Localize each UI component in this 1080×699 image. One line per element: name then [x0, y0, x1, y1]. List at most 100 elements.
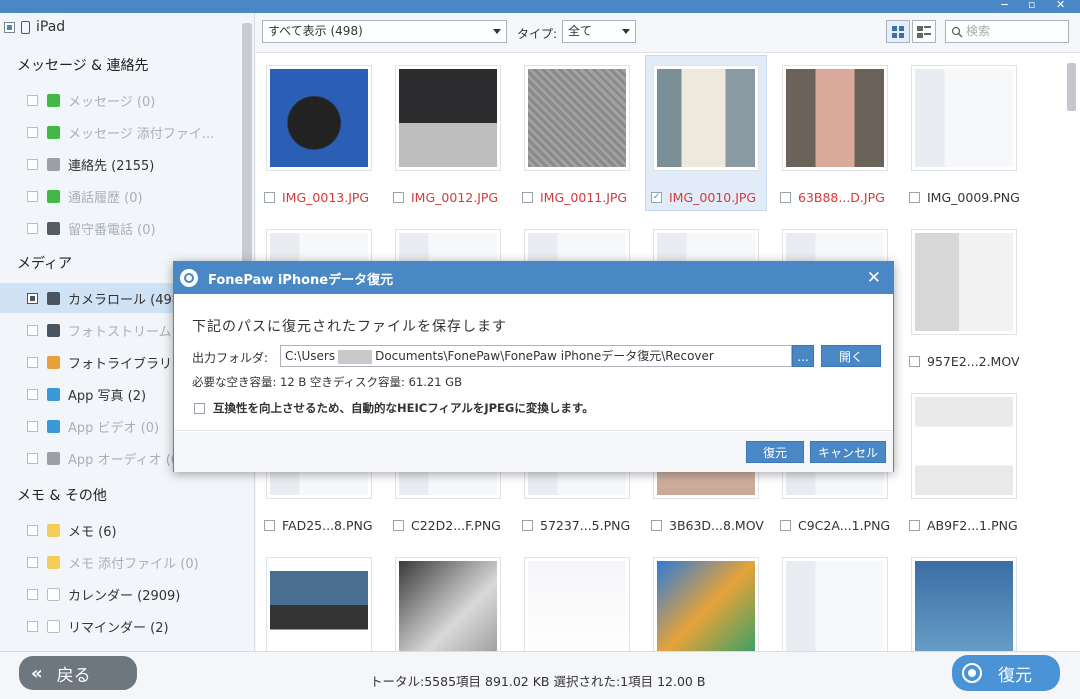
heic-option[interactable]: 互換性を向上させるため、自動的なHEICフィアルをJPEGに変換します。 — [194, 400, 594, 416]
filter-select[interactable]: すべて表示 (498) — [262, 20, 507, 43]
voicemail-icon — [47, 221, 60, 235]
file-thumbnail[interactable] — [911, 393, 1017, 499]
file-checkbox[interactable] — [393, 520, 404, 531]
device-node[interactable]: iPad — [4, 19, 65, 35]
file-checkbox[interactable] — [909, 356, 920, 367]
sidebar-item-checkbox[interactable] — [27, 190, 38, 202]
file-name-row[interactable]: C22D2...F.PNG — [393, 518, 501, 533]
minimize-icon[interactable]: − — [1000, 0, 1009, 10]
back-label: 戻る — [56, 665, 91, 686]
file-thumbnail[interactable] — [911, 65, 1017, 171]
sidebar-item-checkbox[interactable] — [27, 158, 38, 170]
type-select[interactable]: 全て — [562, 20, 636, 43]
restore-icon[interactable]: ▫ — [1028, 0, 1035, 10]
file-checkbox[interactable] — [393, 192, 404, 203]
file-name-row[interactable]: IMG_0012.JPG — [393, 190, 498, 205]
sidebar-item[interactable]: メモ 添付ファイル (0) — [0, 547, 242, 577]
sidebar-item-checkbox[interactable] — [27, 324, 38, 336]
file-name-row[interactable]: FAD25...8.PNG — [264, 518, 373, 533]
file-name: 63B88...D.JPG — [798, 190, 885, 205]
output-path-field[interactable]: C:\Users Documents\FonePaw\FonePaw iPhone… — [280, 345, 792, 367]
file-name-row[interactable]: AB9F2...1.PNG — [909, 518, 1018, 533]
file-name-row[interactable]: ✓ IMG_0010.JPG — [651, 190, 756, 205]
file-name-row[interactable]: 3B63D...8.MOV — [651, 518, 764, 533]
ipad-icon — [21, 20, 30, 34]
sidebar-item-checkbox[interactable] — [27, 420, 38, 432]
file-checkbox[interactable]: ✓ — [651, 192, 662, 203]
file-checkbox[interactable] — [264, 192, 275, 203]
sidebar-item-checkbox[interactable] — [27, 126, 38, 138]
sidebar-item-checkbox[interactable] — [27, 94, 38, 106]
file-thumbnail[interactable] — [266, 557, 372, 663]
sidebar-item[interactable]: メッセージ (0) — [0, 85, 242, 115]
file-thumbnail[interactable] — [266, 65, 372, 171]
sidebar-item-checkbox[interactable] — [27, 222, 38, 234]
dialog-recover-button[interactable]: 復元 — [746, 441, 804, 463]
file-checkbox[interactable] — [522, 192, 533, 203]
file-thumbnail[interactable] — [395, 557, 501, 663]
dialog-close-icon[interactable]: ✕ — [867, 268, 881, 288]
dialog-cancel-button[interactable]: キャンセル — [810, 441, 886, 463]
file-thumbnail[interactable] — [911, 557, 1017, 663]
search-icon — [951, 26, 963, 38]
file-checkbox[interactable] — [780, 192, 791, 203]
list-view-button[interactable] — [912, 20, 936, 43]
sidebar-item-label: リマインダー (2) — [68, 620, 169, 636]
file-thumbnail[interactable] — [395, 65, 501, 171]
file-checkbox[interactable] — [651, 520, 662, 531]
file-thumbnail[interactable] — [782, 65, 888, 171]
sidebar-item[interactable]: 留守番電話 (0) — [0, 213, 242, 243]
file-checkbox[interactable] — [909, 520, 920, 531]
sidebar-item[interactable]: 連絡先 (2155) — [0, 149, 242, 179]
file-thumbnail[interactable] — [653, 65, 759, 171]
message-icon — [47, 93, 60, 107]
file-name-row[interactable]: 57237...5.PNG — [522, 518, 630, 533]
file-thumbnail[interactable] — [782, 557, 888, 663]
sidebar-item[interactable]: メモ (6) — [0, 515, 242, 545]
sidebar-item-checkbox[interactable] — [27, 356, 38, 368]
recover-icon — [962, 663, 982, 683]
grid-view-button[interactable] — [886, 20, 910, 43]
grid-scrollbar-thumb[interactable] — [1067, 63, 1076, 111]
message-attachment-icon — [47, 125, 60, 139]
sidebar-item-checkbox[interactable] — [27, 292, 38, 304]
file-thumbnail[interactable] — [911, 229, 1017, 335]
sidebar-item-checkbox[interactable] — [27, 588, 38, 600]
file-name-row[interactable]: IMG_0011.JPG — [522, 190, 627, 205]
file-thumbnail[interactable] — [524, 65, 630, 171]
sidebar-item-checkbox[interactable] — [27, 556, 38, 568]
recover-button[interactable]: 復元 — [952, 655, 1060, 691]
file-checkbox[interactable] — [909, 192, 920, 203]
file-checkbox[interactable] — [264, 520, 275, 531]
sidebar-item-checkbox[interactable] — [27, 620, 38, 632]
file-name-row[interactable]: C9C2A...1.PNG — [780, 518, 890, 533]
file-thumbnail[interactable] — [524, 557, 630, 663]
file-name-row[interactable]: 63B88...D.JPG — [780, 190, 885, 205]
device-checkbox[interactable] — [4, 21, 15, 33]
sidebar-item-checkbox[interactable] — [27, 524, 38, 536]
sidebar-item[interactable]: 通話履歴 (0) — [0, 181, 242, 211]
file-name: C22D2...F.PNG — [411, 518, 501, 533]
sidebar-scrollbar[interactable] — [242, 23, 252, 263]
grid-scrollbar[interactable] — [1066, 57, 1077, 617]
browse-button[interactable]: ... — [792, 345, 814, 367]
sidebar-item-checkbox[interactable] — [27, 452, 38, 464]
file-checkbox[interactable] — [780, 520, 791, 531]
close-window-icon[interactable]: ✕ — [1056, 0, 1065, 10]
contacts-icon — [47, 157, 60, 171]
file-name-row[interactable]: IMG_0009.PNG — [909, 190, 1020, 205]
back-button[interactable]: « 戻る — [19, 656, 137, 690]
sidebar-item[interactable]: リマインダー (2) — [0, 611, 242, 641]
file-name-row[interactable]: 957E2...2.MOV — [909, 354, 1020, 369]
file-name-row[interactable]: IMG_0013.JPG — [264, 190, 369, 205]
sidebar-item-checkbox[interactable] — [27, 388, 38, 400]
open-folder-button[interactable]: 開く — [821, 345, 881, 367]
sidebar-item[interactable]: メッセージ 添付ファイ... — [0, 117, 242, 147]
status-text: トータル:5585項目 891.02 KB 選択された:1項目 12.00 B — [370, 674, 706, 689]
file-thumbnail[interactable] — [653, 557, 759, 663]
heic-checkbox[interactable] — [194, 402, 205, 414]
file-checkbox[interactable] — [522, 520, 533, 531]
sidebar-item[interactable]: カレンダー (2909) — [0, 579, 242, 609]
search-input[interactable]: 検索 — [945, 20, 1069, 43]
thumbnail-image — [915, 397, 1013, 495]
